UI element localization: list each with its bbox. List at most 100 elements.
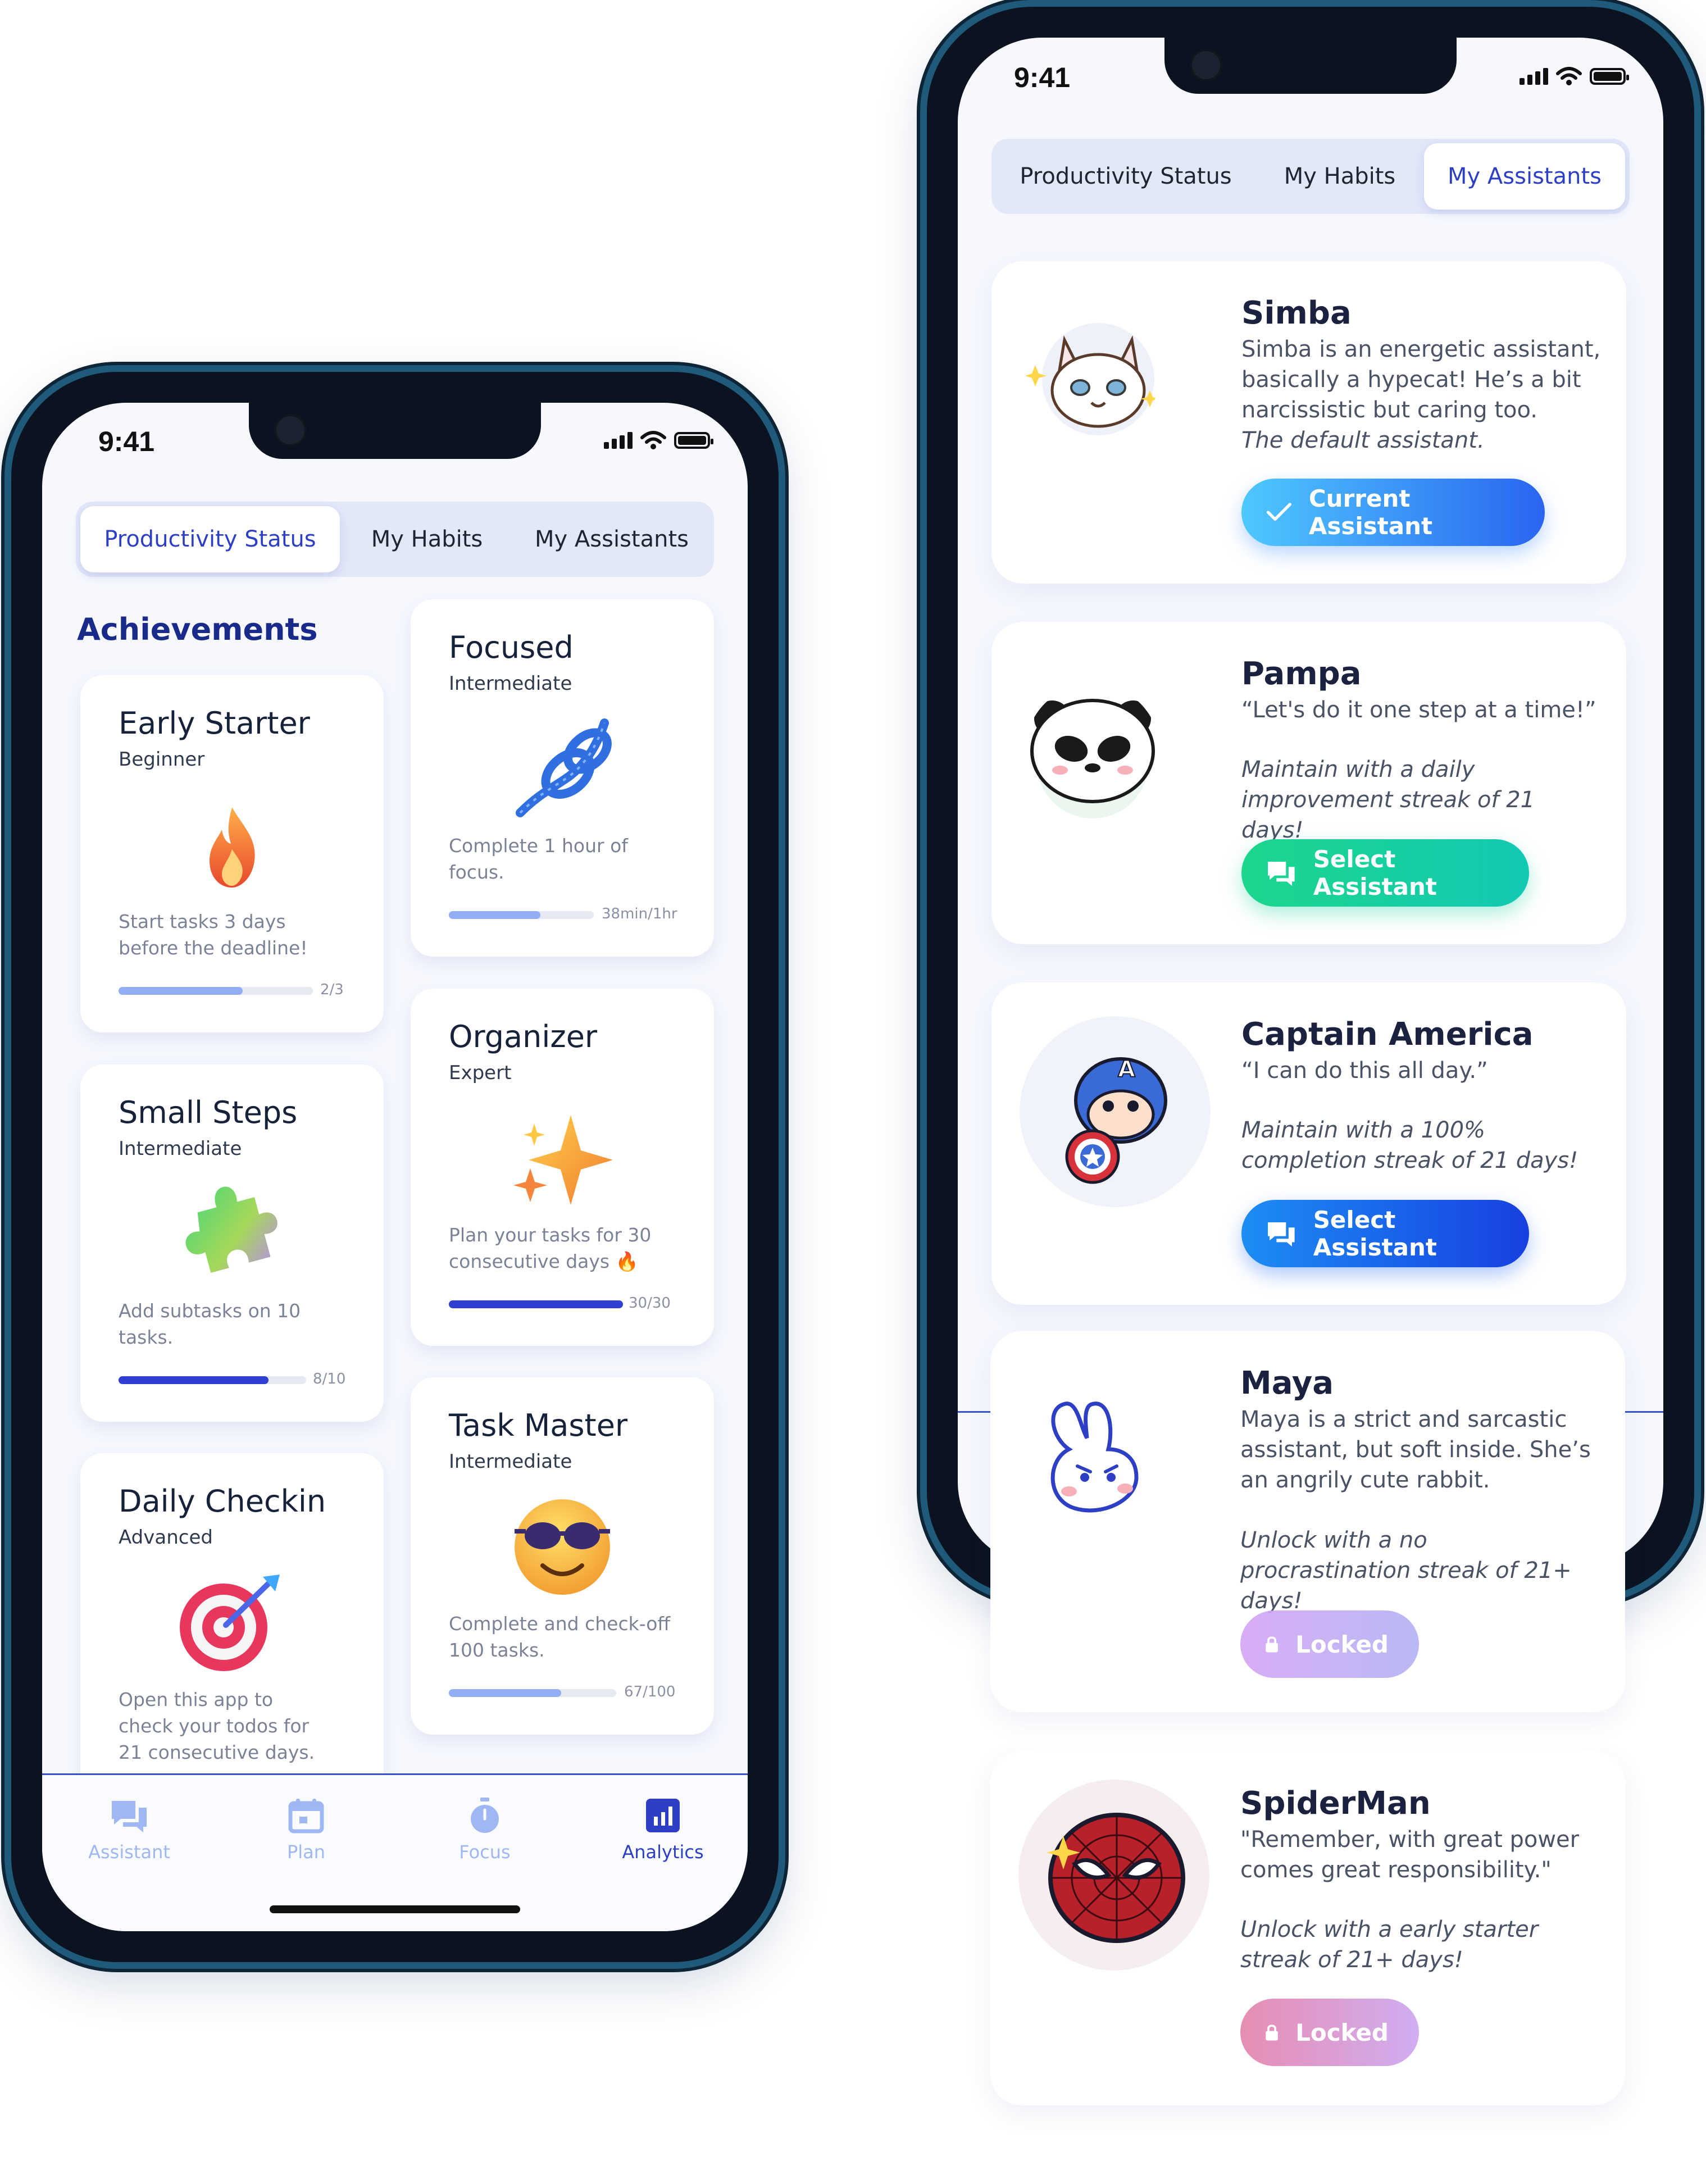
front-camera	[274, 414, 307, 447]
progress-count: 2/3	[320, 981, 344, 998]
left-phone-frame: 9:41 Productivity Status My Habits My As…	[4, 365, 785, 1969]
achievement-card-small-steps[interactable]: Small Steps Intermediate Add subtasks on…	[80, 1064, 384, 1422]
stopwatch-icon	[471, 1798, 499, 1833]
status-time: 9:41	[1014, 62, 1071, 93]
assistant-name: Pampa	[1241, 656, 1362, 692]
achievement-title: Focused	[449, 630, 574, 665]
tab-label: My Habits	[371, 526, 483, 552]
button-label: Select Assistant	[1313, 1206, 1437, 1261]
home-indicator[interactable]	[270, 1905, 520, 1913]
nav-label: Assistant	[88, 1841, 170, 1863]
wifi-icon	[1556, 67, 1582, 85]
assistant-note: Unlock with a no procrastination streak …	[1240, 1527, 1572, 1614]
achievement-title: Small Steps	[119, 1095, 298, 1130]
progress-count: 38min/1hr	[602, 906, 677, 922]
progress-track	[449, 911, 594, 919]
tab-my-habits[interactable]: My Habits	[340, 506, 514, 572]
target-icon	[180, 1575, 280, 1671]
left-phone-screen: 9:41 Productivity Status My Habits My As…	[42, 403, 748, 1931]
battery-icon	[674, 432, 713, 449]
nav-focus[interactable]: Focus	[429, 1798, 541, 1863]
achievement-level: Intermediate	[119, 1138, 242, 1160]
tab-productivity-status[interactable]: Productivity Status	[996, 143, 1255, 210]
button-label: Current Assistant	[1308, 485, 1433, 540]
checkmark-icon	[1266, 503, 1291, 521]
progress-fill	[449, 911, 540, 919]
battery-icon	[1590, 68, 1629, 85]
lock-icon	[1266, 1636, 1278, 1653]
progress-count: 30/30	[629, 1295, 671, 1312]
chat-icon	[1268, 1222, 1295, 1247]
assistant-name: Captain America	[1241, 1016, 1534, 1053]
assistant-name: Maya	[1240, 1365, 1334, 1402]
achievement-description: Start tasks 3 days before the deadline!	[119, 911, 308, 959]
wifi-icon	[640, 431, 666, 449]
achievement-description: Open this app to check your todos for 21…	[119, 1689, 315, 1763]
progress-track	[449, 1689, 616, 1697]
bottom-nav: Assistant Plan Focus Analytics	[42, 1773, 748, 1931]
assistant-note: Maintain with a 100% completion streak o…	[1241, 1117, 1578, 1173]
chat-icon	[1268, 862, 1295, 886]
achievement-level: Intermediate	[449, 672, 572, 695]
achievement-card-organizer[interactable]: Organizer Expert Plan your tasks for 30 …	[411, 989, 714, 1346]
achievement-description: Add subtasks on 10 tasks.	[119, 1300, 301, 1348]
select-assistant-button[interactable]: Select Assistant	[1241, 1200, 1529, 1267]
progress-track	[119, 987, 313, 995]
assistant-card-captain-america[interactable]: A Captain America “I can do this all day…	[991, 982, 1626, 1305]
signal-icon	[1520, 68, 1548, 85]
tab-my-assistants[interactable]: My Assistants	[1424, 143, 1625, 210]
assistant-description: Simba is an energetic assistant, basical…	[1241, 336, 1601, 423]
achievement-card-daily-checkin[interactable]: Daily Checkin Advanced Open this app to …	[80, 1453, 384, 1810]
progress-fill	[449, 1300, 623, 1308]
tab-my-habits[interactable]: My Habits	[1255, 143, 1424, 210]
achievement-card-focused[interactable]: Focused Intermediate Complete 1 hour of …	[411, 599, 714, 957]
rabbit-avatar-icon	[1050, 1402, 1139, 1513]
tab-my-assistants[interactable]: My Assistants	[514, 506, 709, 572]
assistant-card-pampa[interactable]: Pampa “Let's do it one step at a time!” …	[991, 622, 1626, 944]
assistant-note: Maintain with a daily improvement streak…	[1241, 757, 1535, 843]
select-assistant-button[interactable]: Select Assistant	[1241, 839, 1529, 907]
achievement-card-task-master[interactable]: Task Master Intermediate Complete and ch…	[411, 1377, 714, 1735]
captain-america-avatar-icon: A	[1020, 1016, 1211, 1207]
achievement-level: Advanced	[119, 1526, 213, 1549]
achievement-title: Daily Checkin	[119, 1484, 326, 1519]
signal-icon	[604, 432, 633, 449]
assistant-card-spiderman[interactable]: SpiderMan "Remember, with great power co…	[990, 1751, 1625, 2105]
progress-track	[449, 1300, 623, 1308]
assistant-description: “Let's do it one step at a time!”	[1241, 697, 1596, 723]
segmented-tabs: Productivity Status My Habits My Assista…	[991, 139, 1630, 214]
spiderman-avatar-icon	[1018, 1780, 1209, 1971]
nav-plan[interactable]: Plan	[250, 1798, 362, 1863]
button-label: Locked	[1295, 2018, 1389, 2046]
assistant-card-maya[interactable]: Maya Maya is a strict and sarcastic assi…	[990, 1331, 1625, 1712]
notch	[1164, 38, 1457, 94]
lock-icon	[1266, 2024, 1278, 2041]
nav-analytics[interactable]: Analytics	[607, 1798, 719, 1863]
current-assistant-button[interactable]: Current Assistant	[1241, 479, 1545, 546]
button-label: Locked	[1295, 1630, 1389, 1658]
achievement-title: Organizer	[449, 1019, 598, 1054]
progress-count: 67/100	[624, 1684, 676, 1700]
locked-button: Locked	[1240, 1610, 1419, 1678]
progress-fill	[119, 987, 243, 995]
tab-label: Productivity Status	[104, 526, 316, 552]
assistant-name: SpiderMan	[1240, 1785, 1431, 1822]
progress-fill	[119, 1376, 269, 1384]
achievement-description: Plan your tasks for 30 consecutive days …	[449, 1224, 652, 1272]
tab-label: My Habits	[1284, 163, 1396, 189]
tab-productivity-status[interactable]: Productivity Status	[80, 506, 340, 572]
nav-label: Analytics	[622, 1841, 704, 1863]
locked-button: Locked	[1240, 1999, 1419, 2066]
svg-text:A: A	[1118, 1057, 1135, 1082]
achievement-level: Expert	[449, 1062, 512, 1084]
nav-label: Plan	[286, 1841, 326, 1863]
achievement-card-early-starter[interactable]: Early Starter Beginner Start tasks 3 day…	[80, 675, 384, 1032]
assistant-card-simba[interactable]: Simba Simba is an energetic assistant, b…	[991, 261, 1626, 584]
assistant-name: Simba	[1241, 295, 1352, 331]
notch	[249, 403, 541, 459]
status-icons	[1520, 67, 1629, 86]
nav-assistant[interactable]: Assistant	[73, 1798, 185, 1863]
nav-label: Focus	[459, 1841, 511, 1863]
achievement-level: Intermediate	[449, 1450, 572, 1473]
achievement-description: Complete 1 hour of focus.	[449, 835, 628, 883]
